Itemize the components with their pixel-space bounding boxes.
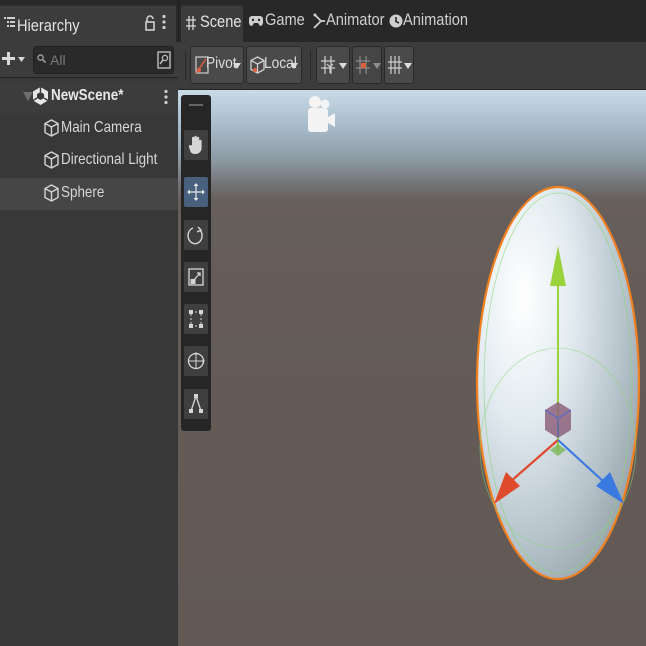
unity-scene-icon <box>32 86 49 106</box>
transform-icon <box>186 351 206 371</box>
local-dropdown[interactable]: Local <box>246 46 302 84</box>
chevron-down-icon <box>233 63 241 69</box>
move-tool-button[interactable] <box>184 177 208 207</box>
rect-tool-button[interactable] <box>184 304 208 334</box>
rotate-icon <box>187 225 205 245</box>
scene-render <box>308 96 641 581</box>
overlay-drag-handle[interactable] <box>189 104 203 106</box>
tab-animator[interactable]: Animator <box>309 4 389 42</box>
toolbar-separator <box>310 50 311 80</box>
chevron-down-icon <box>373 63 381 69</box>
grid-snap-icon <box>320 55 336 75</box>
tab-animation[interactable]: Animation <box>386 4 486 42</box>
pivot-label: Pivot <box>206 55 237 72</box>
pivot-dropdown[interactable]: Pivot <box>190 46 244 84</box>
animator-icon <box>313 13 325 29</box>
custom-tool-icon <box>188 393 204 415</box>
transform-tool-button[interactable] <box>184 346 208 376</box>
tab-game[interactable]: Game <box>243 4 309 42</box>
hierarchy-toolbar <box>0 42 178 78</box>
tab-label: Animator <box>326 10 385 29</box>
hierarchy-item-main-camera[interactable]: Main Camera <box>0 113 178 145</box>
scene-root-row[interactable]: NewScene* <box>0 81 178 113</box>
incremental-snap-icon <box>355 55 371 75</box>
gameobject-cube-icon <box>44 184 59 202</box>
rotate-tool-button[interactable] <box>184 220 208 250</box>
hierarchy-item-directional-light[interactable]: Directional Light <box>0 145 178 177</box>
gamepad-icon <box>249 16 263 26</box>
hierarchy-search-box[interactable] <box>33 46 174 74</box>
list-icon <box>4 16 15 29</box>
scene-name: NewScene* <box>51 87 124 104</box>
grid-visibility-button[interactable] <box>384 46 414 84</box>
hierarchy-tab-label: Hierarchy <box>17 16 80 35</box>
search-icon <box>37 54 47 64</box>
tab-scene[interactable]: Scene <box>181 4 243 42</box>
chevron-down-icon <box>339 63 347 69</box>
hierarchy-search-input[interactable] <box>50 51 150 69</box>
custom-tool-button[interactable] <box>184 389 208 419</box>
chevron-down-icon <box>290 63 298 69</box>
local-cube-icon <box>250 55 265 75</box>
hierarchy-item-sphere[interactable]: Sphere <box>0 178 178 210</box>
clock-icon <box>389 14 403 28</box>
rect-transform-icon <box>188 309 204 329</box>
chevron-down-icon <box>404 63 412 69</box>
scale-tool-button[interactable] <box>184 262 208 292</box>
hierarchy-panel: Hierarchy NewS <box>0 0 178 646</box>
tab-label: Game <box>265 10 305 29</box>
hand-icon <box>188 135 204 155</box>
incremental-snap-button[interactable] <box>352 46 382 84</box>
hash-icon <box>186 16 196 30</box>
grid-icon <box>387 55 403 75</box>
scene-toolbar: Pivot Local <box>178 42 646 90</box>
gameobject-cube-icon <box>44 151 59 169</box>
item-label: Sphere <box>61 184 105 201</box>
scene-viewport[interactable] <box>178 90 646 646</box>
tab-label: Animation <box>403 10 469 29</box>
gameobject-cube-icon <box>44 119 59 137</box>
hand-tool-button[interactable] <box>184 130 208 160</box>
scene-menu-icon[interactable] <box>164 89 168 105</box>
tab-label: Scene <box>200 12 242 31</box>
toolbar-grip <box>185 50 186 80</box>
tab-menu-icon[interactable] <box>162 14 166 30</box>
grid-snap-button[interactable] <box>316 46 350 84</box>
lock-icon[interactable] <box>145 15 155 31</box>
scale-icon <box>188 268 204 286</box>
camera-gizmo-icon[interactable] <box>308 96 335 132</box>
hierarchy-tab-bar: Hierarchy <box>0 0 178 42</box>
search-by-type-icon[interactable] <box>157 51 171 69</box>
add-object-button[interactable] <box>2 50 26 68</box>
item-label: Main Camera <box>61 119 142 136</box>
tools-overlay <box>181 95 211 431</box>
item-label: Directional Light <box>61 151 158 168</box>
scene-tab-bar: Scene Game Animator Animation <box>178 0 646 42</box>
move-arrows-icon <box>187 183 205 201</box>
tab-hierarchy[interactable]: Hierarchy <box>0 4 176 42</box>
